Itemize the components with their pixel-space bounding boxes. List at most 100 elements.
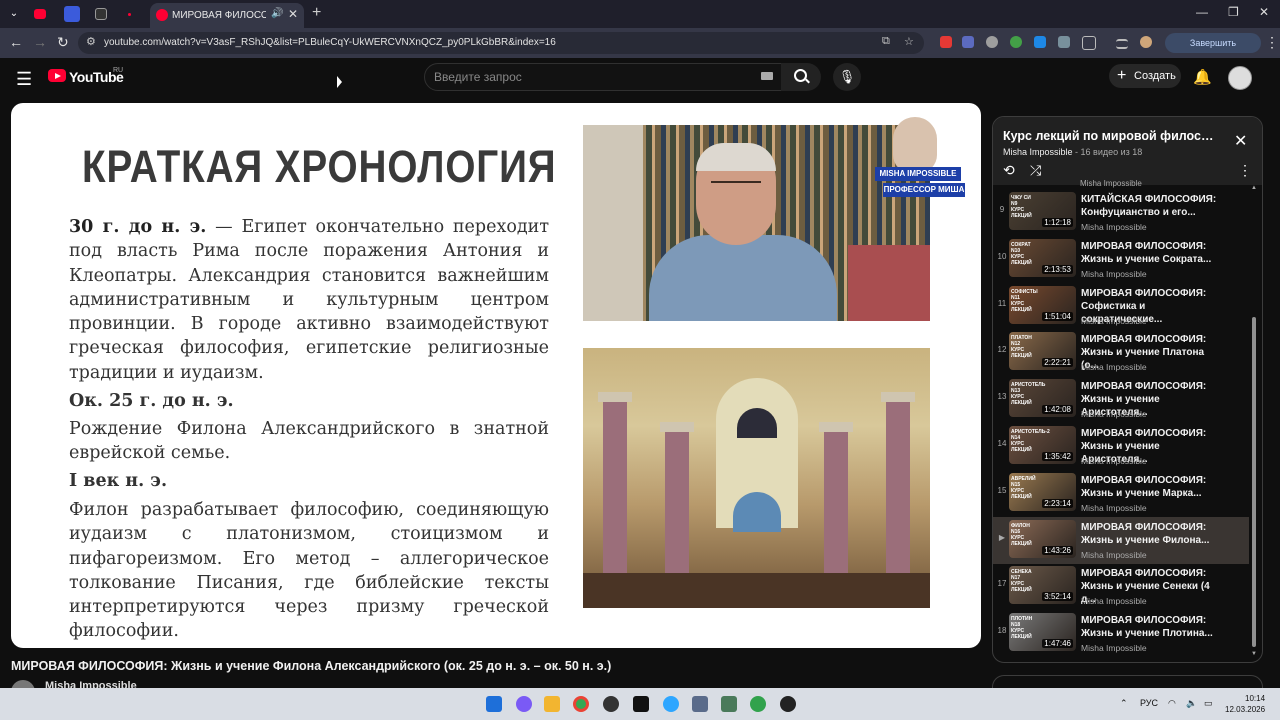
playlist-item-thumbnail[interactable]: ФИЛОН N16 КУРС ЛЕКЦИЙ 1:43:26 (1009, 519, 1076, 558)
bookmark-star-icon[interactable]: ☆ (904, 35, 914, 48)
browser-menu-icon[interactable]: ⋮ (1265, 34, 1279, 51)
volume-icon[interactable]: 🔈 (1186, 698, 1197, 709)
media-control-icon[interactable] (1116, 39, 1128, 49)
playlist-item[interactable]: 9 ЧЖУ СИ N9 КУРС ЛЕКЦИЙ 1:12:18 КИТАЙСКАЯ Ф… (993, 189, 1249, 236)
copilot-icon[interactable] (516, 696, 532, 712)
app-icon-6[interactable] (780, 696, 796, 712)
playlist-item-title[interactable]: МИРОВАЯ ФИЛОСОФИЯ: Жизнь и учение Сократ… (1081, 240, 1223, 266)
forward-icon[interactable]: → (33, 34, 47, 50)
search-button[interactable] (781, 63, 821, 91)
playlist-item-thumbnail[interactable]: ПЛОТИН N18 КУРС ЛЕКЦИЙ 1:47:46 (1009, 613, 1076, 652)
restore-icon[interactable]: ❐ (1228, 5, 1239, 19)
close-icon[interactable]: ✕ (1234, 131, 1247, 151)
pinned-tab-icon-3[interactable] (128, 13, 131, 16)
active-tab[interactable]: МИРОВАЯ ФИЛОСОФИЯ: 🔊 ✕ (150, 3, 304, 28)
playlist-item-thumbnail[interactable]: АРИСТОТЕЛЬ N13 КУРС ЛЕКЦИЙ 1:42:08 (1009, 379, 1076, 418)
playlist-item-thumbnail[interactable]: СОКРАТ N10 КУРС ЛЕКЦИЙ 2:13:53 (1009, 238, 1076, 277)
playlist-item-channel[interactable]: Misha Impossible (1081, 316, 1147, 326)
playlist-item-title[interactable]: МИРОВАЯ ФИЛОСОФИЯ: Жизнь и учение Марка.… (1081, 474, 1223, 500)
search-input[interactable]: Введите запрос (424, 63, 782, 91)
playlist-item-thumbnail[interactable]: ЧЖУ СИ N9 КУРС ЛЕКЦИЙ 1:12:18 (1009, 192, 1076, 230)
menu-icon[interactable]: ☰ (16, 69, 32, 90)
playlist-channel[interactable]: Misha Impossible (1003, 147, 1073, 157)
playlist-item-thumbnail[interactable]: СОФИСТЫ N11 КУРС ЛЕКЦИЙ 1:51:04 (1009, 285, 1076, 324)
channel-name[interactable]: Misha Impossible (45, 680, 137, 688)
extension-icon-4[interactable] (1010, 36, 1022, 48)
channel-avatar[interactable] (11, 680, 35, 688)
youtube-logo-icon[interactable] (48, 69, 66, 82)
playlist-item-channel[interactable]: Misha Impossible (1081, 362, 1147, 372)
keyboard-language[interactable]: РУС (1140, 698, 1158, 708)
close-window-icon[interactable]: ✕ (1259, 5, 1269, 19)
extensions-puzzle-icon[interactable] (1082, 36, 1096, 50)
playlist-item-title[interactable]: МИРОВАЯ ФИЛОСОФИЯ: Жизнь и учение Филона… (1081, 521, 1223, 547)
app-icon-4[interactable] (721, 696, 737, 712)
pinned-tab-icon-2[interactable] (95, 8, 107, 20)
playlist-item-thumbnail[interactable]: СЕНЕКА N17 КУРС ЛЕКЦИЙ 3:52:14 (1009, 566, 1076, 605)
playlist-item[interactable]: 10 СОКРАТ N10 КУРС ЛЕКЦИЙ 2:13:53 МИРОВАЯ Ф… (993, 236, 1249, 283)
omnibox[interactable]: ⚙ youtube.com/watch?v=V3asF_RShJQ&list=P… (78, 32, 924, 54)
playlist-item-channel[interactable]: Misha Impossible (1081, 503, 1147, 513)
back-icon[interactable]: ← (9, 34, 23, 50)
playlist-item[interactable]: 15 АВРЕЛИЙ N15 КУРС ЛЕКЦИЙ 2:23:14 МИРОВАЯ … (993, 470, 1249, 517)
loop-icon[interactable]: ⟲ (1003, 162, 1015, 179)
keyboard-icon[interactable] (761, 72, 773, 80)
app-icon-2[interactable] (633, 696, 649, 712)
more-options-icon[interactable]: ⋮ (1238, 162, 1252, 179)
telegram-icon[interactable] (663, 696, 679, 712)
extension-icon-6[interactable] (1058, 36, 1070, 48)
playlist-scrollbar[interactable] (1252, 317, 1256, 647)
profile-icon[interactable] (1140, 36, 1152, 48)
app-icon-3[interactable] (692, 696, 708, 712)
wifi-icon[interactable]: ◠ (1168, 698, 1176, 709)
playlist-item[interactable]: 17 СЕНЕКА N17 КУРС ЛЕКЦИЙ 3:52:14 МИРОВАЯ Ф… (993, 563, 1249, 610)
new-tab-button[interactable]: + (312, 4, 321, 22)
cast-icon[interactable]: ⧉ (882, 35, 890, 48)
scroll-up-icon[interactable]: ▲ (1251, 185, 1257, 191)
tray-chevron-icon[interactable]: ⌃ (1120, 698, 1128, 709)
playlist-item-channel[interactable]: Misha Impossible (1081, 222, 1147, 232)
user-avatar[interactable] (1228, 66, 1252, 90)
extension-icon-3[interactable] (986, 36, 998, 48)
app-icon-5[interactable] (750, 696, 766, 712)
playlist-item-channel[interactable]: Misha Impossible (1081, 269, 1147, 279)
start-windows-icon[interactable] (486, 696, 502, 712)
tab-list-chevron-icon[interactable]: ⌄ (6, 6, 22, 22)
playlist-item-channel[interactable]: Misha Impossible (1081, 456, 1147, 466)
video-player[interactable]: КРАТКАЯ ХРОНОЛОГИЯ 30 г. до н. э. — Егип… (11, 103, 981, 648)
playlist-item-title[interactable]: МИРОВАЯ ФИЛОСОФИЯ: Жизнь и учение Плотин… (1081, 614, 1223, 640)
extension-icon-5[interactable] (1034, 36, 1046, 48)
playlist-title[interactable]: Курс лекций по мировой философ... (1003, 129, 1221, 143)
playlist-item-thumbnail[interactable]: АВРЕЛИЙ N15 КУРС ЛЕКЦИЙ 2:23:14 (1009, 472, 1076, 511)
playlist-item[interactable]: 11 СОФИСТЫ N11 КУРС ЛЕКЦИЙ 1:51:04 МИРОВАЯ … (993, 283, 1249, 330)
playlist-item-channel[interactable]: Misha Impossible (1081, 409, 1147, 419)
create-button[interactable]: + Создать (1109, 64, 1181, 88)
file-explorer-icon[interactable] (544, 696, 560, 712)
pinned-tab-icon[interactable] (64, 6, 80, 22)
chrome-icon[interactable] (573, 696, 589, 712)
update-button[interactable]: Завершить обновление (1165, 33, 1261, 68)
youtube-tab-icon[interactable] (34, 9, 46, 19)
app-icon-1[interactable] (603, 696, 619, 712)
playlist-item-channel[interactable]: Misha Impossible (1081, 643, 1147, 653)
scroll-down-icon[interactable]: ▼ (1251, 651, 1257, 657)
playlist-item-thumbnail[interactable]: ПЛАТОН N12 КУРС ЛЕКЦИЙ 2:22:21 (1009, 332, 1076, 371)
reload-icon[interactable]: ↻ (57, 34, 69, 51)
notifications-bell-icon[interactable]: 🔔 (1193, 68, 1212, 86)
playlist-item[interactable]: 13 АРИСТОТЕЛЬ N13 КУРС ЛЕКЦИЙ 1:42:08 МИРОВ… (993, 376, 1249, 423)
minimize-icon[interactable]: — (1196, 5, 1208, 19)
audio-playing-icon[interactable]: 🔊 (271, 8, 283, 19)
extension-icon-2[interactable] (962, 36, 974, 48)
battery-icon[interactable]: ▭ (1204, 698, 1213, 709)
close-tab-icon[interactable]: ✕ (288, 7, 298, 21)
playlist-item-channel[interactable]: Misha Impossible (1081, 596, 1147, 606)
playlist-item-thumbnail[interactable]: АРИСТОТЕЛЬ-2 N14 КУРС ЛЕКЦИЙ 1:35:42 (1009, 426, 1076, 464)
playlist-item[interactable]: 14 АРИСТОТЕЛЬ-2 N14 КУРС ЛЕКЦИЙ 1:35:42 МИР… (993, 423, 1249, 470)
voice-search-icon[interactable]: 🎙 (833, 63, 861, 91)
site-info-icon[interactable]: ⚙ (86, 35, 96, 48)
playlist-item[interactable]: ▶ ФИЛОН N16 КУРС ЛЕКЦИЙ 1:43:26 МИРОВАЯ ФИЛ… (993, 516, 1249, 564)
extension-icon-1[interactable] (940, 36, 952, 48)
playlist-item-channel[interactable]: Misha Impossible (1081, 550, 1147, 560)
shuffle-icon[interactable]: ⤮ (1030, 162, 1041, 179)
playlist-item[interactable]: 18 ПЛОТИН N18 КУРС ЛЕКЦИЙ 1:47:46 МИРОВАЯ Ф… (993, 610, 1249, 657)
